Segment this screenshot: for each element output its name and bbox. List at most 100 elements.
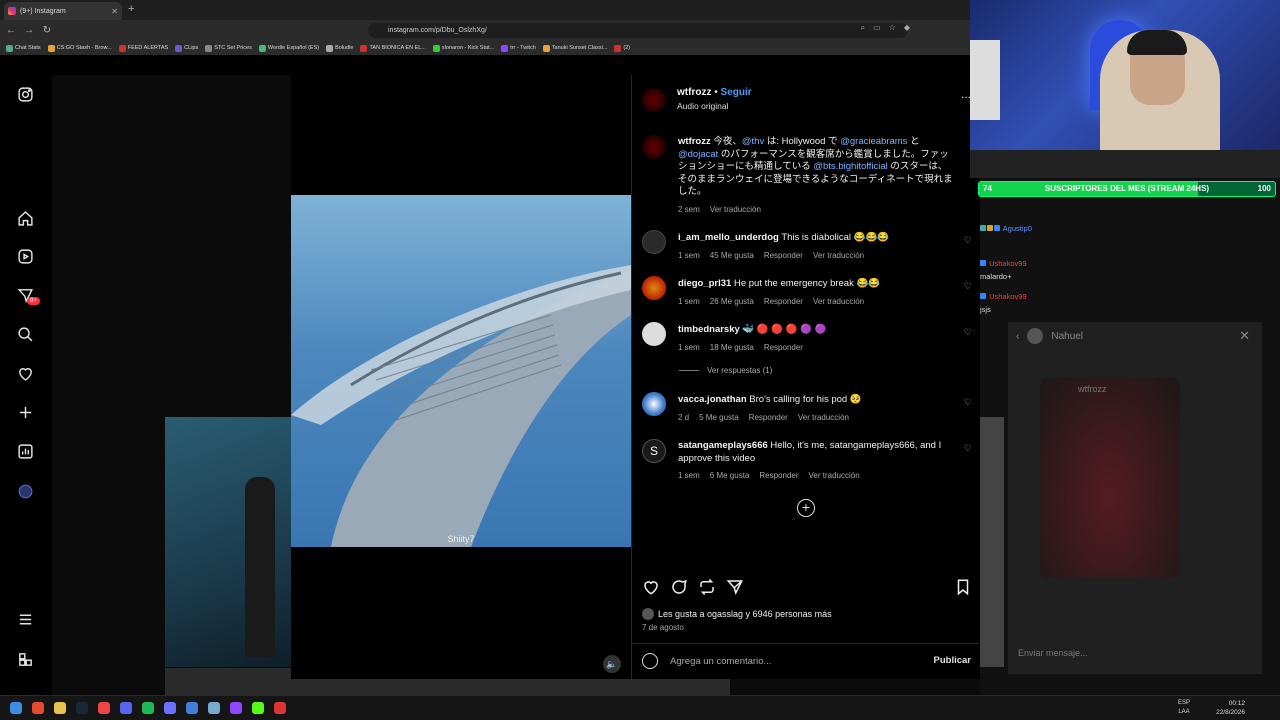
reply-link[interactable]: Responder — [749, 412, 788, 425]
zoom-icon[interactable]: ⌕ — [861, 23, 865, 33]
commenter-avatar[interactable] — [642, 230, 666, 254]
save-icon[interactable] — [954, 578, 972, 601]
close-tab-icon[interactable]: ✕ — [111, 7, 118, 16]
commenter-avatar[interactable] — [642, 322, 666, 346]
comment-username[interactable]: vacca.jonathan — [678, 394, 747, 405]
bookmark-item[interactable]: STC Set Prices — [205, 44, 252, 52]
bookmark-item[interactable]: (2) — [614, 44, 630, 52]
like-comment-icon[interactable]: ♡ — [964, 443, 972, 454]
like-comment-icon[interactable]: ♡ — [964, 397, 972, 408]
like-comment-icon[interactable]: ♡ — [964, 327, 972, 338]
author-username[interactable]: wtfrozz — [677, 87, 711, 98]
dm-message-input[interactable]: Enviar mensaje... — [1018, 648, 1088, 658]
bookmark-item[interactable]: slonaron - Kick Stat... — [432, 44, 494, 52]
comment-username[interactable]: diego_prl31 — [678, 278, 731, 289]
reply-link[interactable]: Responder — [759, 470, 798, 483]
likes-summary[interactable]: Les gusta a ogasslag y 6946 personas más — [642, 608, 832, 620]
app-icon[interactable] — [164, 702, 176, 714]
new-tab-icon[interactable]: + — [128, 3, 134, 15]
profile-icon[interactable] — [17, 483, 34, 500]
mention-link[interactable]: @gracieabrams — [840, 136, 907, 147]
follow-button[interactable]: Seguir — [721, 87, 752, 98]
post-media[interactable]: Shiity7 🔈 — [291, 75, 631, 679]
see-translation-link[interactable]: Ver traducción — [710, 204, 761, 217]
grid-icon[interactable] — [17, 651, 34, 668]
bookmark-item[interactable]: Wordle Español (ES) — [258, 44, 319, 52]
bookmark-item[interactable]: CLips — [175, 44, 198, 52]
steam-icon[interactable] — [76, 702, 88, 714]
close-icon[interactable]: ✕ — [1239, 328, 1250, 344]
view-replies-link[interactable]: Ver respuestas (1) — [679, 366, 772, 375]
load-more-comments-icon[interactable]: + — [797, 499, 815, 517]
start-icon[interactable] — [10, 702, 22, 714]
brave-icon[interactable] — [32, 702, 44, 714]
publish-button[interactable]: Publicar — [934, 655, 972, 666]
whale-video[interactable]: Shiity7 — [291, 195, 631, 547]
mention-link[interactable]: @dojacat — [678, 149, 718, 160]
kick-icon[interactable] — [252, 702, 264, 714]
bookmark-item[interactable]: trr - Twitch — [501, 44, 536, 52]
bookmark-item[interactable]: Chat Stats — [6, 44, 41, 52]
comment-likes[interactable]: 26 Me gusta — [710, 296, 754, 309]
bookmark-star-icon[interactable]: ☆ — [889, 23, 896, 33]
caption-username[interactable]: wtfrozz — [678, 136, 711, 147]
commenter-avatar[interactable] — [642, 392, 666, 416]
like-icon[interactable] — [642, 578, 660, 601]
commenter-avatar[interactable] — [642, 276, 666, 300]
app-icon[interactable] — [208, 702, 220, 714]
twitch-icon[interactable] — [230, 702, 242, 714]
share-icon[interactable] — [726, 578, 744, 601]
heart-icon[interactable] — [17, 365, 34, 382]
spotify-icon[interactable] — [142, 702, 154, 714]
mute-button[interactable]: 🔈 — [603, 655, 621, 673]
emoji-icon[interactable] — [642, 653, 658, 669]
menu-icon[interactable] — [17, 611, 34, 628]
like-comment-icon[interactable]: ♡ — [964, 235, 972, 246]
home-icon[interactable] — [17, 210, 34, 227]
dm-shared-post[interactable] — [1040, 378, 1180, 578]
mention-link[interactable]: @thv — [742, 136, 764, 147]
like-comment-icon[interactable]: ♡ — [964, 281, 972, 292]
comment-username[interactable]: timbednarsky — [678, 324, 740, 335]
browser-tab[interactable]: (9+) Instagram ✕ — [4, 2, 122, 20]
comment-icon[interactable] — [670, 578, 688, 601]
caption-avatar[interactable] — [642, 135, 666, 159]
bookmark-item[interactable]: TAN BIONICA EN EL... — [360, 44, 426, 52]
forward-icon[interactable]: → — [22, 25, 36, 36]
see-translation-link[interactable]: Ver traducción — [809, 470, 860, 483]
back-icon[interactable]: ‹ — [1016, 331, 1019, 342]
bookmark-item[interactable]: CS:GO Stash - Brow... — [47, 44, 112, 52]
language-indicator[interactable]: ESP LAA — [1178, 699, 1190, 717]
comment-username[interactable]: i_am_mello_underdog — [678, 232, 779, 243]
bookmark-item[interactable]: Boludle — [326, 44, 353, 52]
audio-label[interactable]: Audio original — [677, 101, 729, 111]
instagram-icon[interactable] — [17, 86, 34, 103]
comment-likes[interactable]: 18 Me gusta — [710, 342, 754, 355]
see-translation-link[interactable]: Ver traducción — [798, 412, 849, 425]
search-icon[interactable] — [17, 326, 34, 343]
commenter-avatar[interactable]: S — [642, 439, 666, 463]
see-translation-link[interactable]: Ver traducción — [813, 296, 864, 309]
reels-icon[interactable] — [17, 248, 34, 265]
create-icon[interactable] — [17, 404, 34, 421]
brave-shield-icon[interactable]: ◆ — [904, 23, 910, 33]
url-field[interactable]: instagram.com/p/Dbu_OslzhXg/ — [368, 23, 908, 38]
mention-link[interactable]: @bts.bighitofficial — [813, 161, 887, 172]
comment-username[interactable]: satangameplays666 — [678, 440, 768, 451]
stats-icon[interactable] — [17, 443, 34, 460]
bookmark-item[interactable]: FEED ALERTAS — [118, 44, 168, 52]
see-translation-link[interactable]: Ver traducción — [813, 250, 864, 263]
system-clock[interactable]: 00:12 22/8/2026 — [1216, 699, 1245, 717]
reply-link[interactable]: Responder — [764, 342, 803, 355]
discord-icon[interactable] — [120, 702, 132, 714]
repost-icon[interactable] — [698, 578, 716, 601]
app-icon[interactable] — [186, 702, 198, 714]
reload-icon[interactable]: ↻ — [40, 25, 54, 36]
chrome-icon[interactable] — [98, 702, 110, 714]
author-avatar[interactable] — [642, 88, 666, 112]
comment-likes[interactable]: 6 Me gusta — [710, 470, 750, 483]
comment-likes[interactable]: 45 Me gusta — [710, 250, 754, 263]
bookmark-item[interactable]: Tanuki Sunset Classi... — [542, 44, 607, 52]
reply-link[interactable]: Responder — [764, 250, 803, 263]
app-icon[interactable] — [274, 702, 286, 714]
